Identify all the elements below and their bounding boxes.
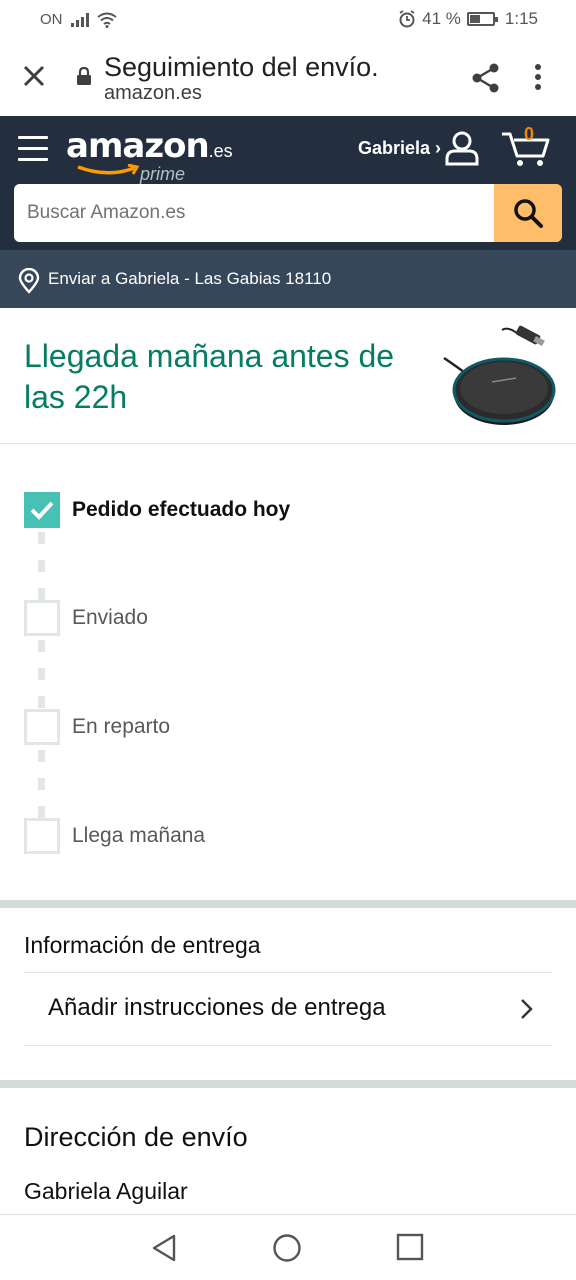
lock-icon <box>77 66 91 85</box>
carrier-label: ON <box>40 11 63 28</box>
search-input[interactable] <box>14 184 494 242</box>
prime-label: prime <box>140 164 186 184</box>
tracker-connector <box>38 750 45 822</box>
add-instructions-label: Añadir instrucciones de entrega <box>48 994 386 1021</box>
back-icon[interactable] <box>150 1233 180 1263</box>
amazon-navbar: amazon.es prime Gabriela › 0 <box>0 116 576 250</box>
location-pin-icon <box>18 268 40 294</box>
account-link[interactable]: Gabriela › <box>358 138 441 159</box>
custom-tab-header: Seguimiento del envío. amazon.es <box>0 40 576 116</box>
delivery-info-heading: Información de entrega <box>24 932 261 958</box>
deliver-to-text: Enviar a Gabriela - Las Gabias 18110 <box>48 269 332 288</box>
shipping-address-section: Dirección de envío Gabriela Aguilar <box>0 1088 576 1216</box>
shipping-address-heading: Dirección de envío <box>24 1122 248 1152</box>
recents-icon[interactable] <box>396 1233 424 1261</box>
section-divider <box>0 1080 576 1088</box>
step-checkbox <box>24 600 60 636</box>
clock: 1:15 <box>504 9 538 28</box>
logo-tld: .es <box>208 141 233 161</box>
add-instructions-row[interactable]: Añadir instrucciones de entrega <box>24 972 552 1046</box>
alarm-icon <box>399 10 415 28</box>
product-image[interactable] <box>438 316 558 428</box>
tracker-connector <box>38 640 45 712</box>
step-checkbox <box>24 492 60 528</box>
user-icon[interactable] <box>444 130 480 166</box>
check-icon <box>30 501 54 520</box>
tracker-step: Pedido efectuado hoy <box>24 492 544 528</box>
step-label: En reparto <box>72 715 171 738</box>
delivery-info-section: Información de entrega Añadir instruccio… <box>0 908 576 1080</box>
cart-count: 0 <box>524 124 535 144</box>
battery-icon <box>466 12 498 26</box>
tracker-connector <box>38 532 45 604</box>
signal-icon <box>70 12 89 27</box>
share-icon[interactable] <box>470 62 502 94</box>
logo-text: amazon <box>66 126 210 166</box>
tracker-step: Enviado <box>24 600 544 636</box>
close-icon[interactable] <box>20 62 48 90</box>
system-nav-bar <box>0 1214 576 1280</box>
deliver-to-bar[interactable]: Enviar a Gabriela - Las Gabias 18110 <box>0 250 576 308</box>
menu-icon[interactable] <box>18 136 48 162</box>
search-bar <box>14 184 562 242</box>
search-icon <box>514 199 543 228</box>
more-options-icon[interactable] <box>534 64 542 90</box>
page-url: amazon.es <box>104 82 202 104</box>
arrival-section: Llegada mañana antes de las 22h <box>0 308 576 444</box>
home-icon[interactable] <box>272 1233 302 1263</box>
status-bar: ON 41 % 1:15 <box>0 0 576 40</box>
amazon-logo[interactable]: amazon.es prime <box>66 126 233 184</box>
section-divider <box>0 900 576 908</box>
wifi-icon <box>96 12 117 28</box>
recipient-name: Gabriela Aguilar <box>24 1178 188 1204</box>
smile-icon <box>77 164 140 175</box>
step-label: Enviado <box>72 606 148 629</box>
tracker-step: Llega mañana <box>24 818 544 854</box>
step-label: Llega mañana <box>72 824 206 847</box>
step-checkbox <box>24 818 60 854</box>
tracker-step: En reparto <box>24 709 544 745</box>
shipment-tracker: Pedido efectuado hoy Enviado En reparto … <box>0 444 576 900</box>
arrival-headline: Llegada mañana antes de las 22h <box>24 338 395 415</box>
chevron-right-icon <box>521 999 533 1019</box>
search-button[interactable] <box>494 184 562 242</box>
step-label: Pedido efectuado hoy <box>72 498 291 521</box>
page-title: Seguimiento del envío. <box>104 52 379 82</box>
battery-percent: 41 % <box>422 9 461 28</box>
step-checkbox <box>24 709 60 745</box>
